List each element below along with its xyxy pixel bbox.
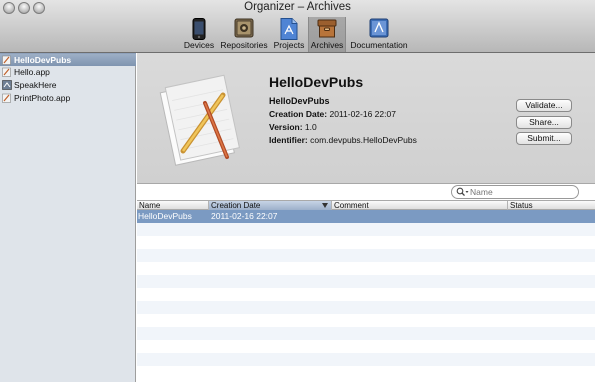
toolbar-archives-button[interactable]: Archives [308,17,346,52]
sidebar-item-printphoto-app[interactable]: PrintPhoto.app [0,92,136,105]
empty-row [137,223,595,236]
sidebar-item-label: SpeakHere [14,80,57,90]
version-row: Version: 1.0 [269,122,317,132]
column-header-status[interactable]: Status [508,201,595,210]
documentation-book-icon [369,18,389,41]
app-archive-icon [2,55,12,65]
creation-date-row: Creation Date: 2011-02-16 22:07 [269,109,396,119]
sort-descending-icon [322,203,328,208]
archives-table-header: Name Creation Date Comment Status [137,200,595,210]
xcode-app-icon [157,73,245,169]
toolbar-documentation-label: Documentation [350,40,408,50]
empty-row [137,249,595,262]
column-header-creation-date[interactable]: Creation Date [209,201,332,210]
identifier-row: Identifier: com.devpubs.HelloDevPubs [269,135,417,145]
empty-row [137,275,595,288]
archives-table: HelloDevPubs 2011-02-16 22:07 [137,210,595,382]
sidebar-item-label: Hello.app [14,67,50,77]
empty-row [137,262,595,275]
empty-row [137,301,595,314]
repositories-vault-icon [234,18,254,41]
table-row[interactable]: HelloDevPubs 2011-02-16 22:07 [137,210,595,223]
empty-row [137,288,595,301]
archive-detail-panel: HelloDevPubs HelloDevPubs Creation Date:… [137,53,595,184]
cell-creation-date: 2011-02-16 22:07 [211,211,278,221]
toolbar-devices-label: Devices [183,40,215,50]
search-input[interactable] [470,187,574,197]
column-header-comment[interactable]: Comment [332,201,508,210]
toolbar-devices-button[interactable]: Devices [180,17,218,52]
sidebar-item-speakhere[interactable]: SpeakHere [0,79,136,92]
app-icon [2,67,12,77]
empty-row [137,314,595,327]
identifier-label: Identifier: [269,135,308,145]
version-value: 1.0 [304,122,317,132]
search-bar [137,185,595,200]
app-icon [2,80,12,90]
creation-date-label: Creation Date: [269,109,328,119]
submit-button[interactable]: Submit... [516,132,572,145]
creation-date-value: 2011-02-16 22:07 [329,109,396,119]
empty-row [137,327,595,340]
toolbar-documentation-button[interactable]: Documentation [348,17,410,52]
search-field[interactable] [451,185,579,199]
empty-row [137,366,595,379]
archives-sidebar: HelloDevPubs Hello.app SpeakHere PrintPh… [0,53,136,382]
empty-row [137,353,595,366]
empty-row [137,236,595,249]
app-icon [2,93,12,103]
archive-title: HelloDevPubs [269,74,364,90]
archives-box-icon [317,18,337,41]
toolbar-projects-button[interactable]: Projects [270,17,308,52]
validate-button[interactable]: Validate... [516,99,572,112]
toolbar-repositories-label: Repositories [220,40,268,50]
window-toolbar: Organizer – Archives Devices Repositorie… [0,0,595,53]
share-button[interactable]: Share... [516,116,572,129]
column-header-label: Creation Date [211,201,261,210]
toolbar-archives-label: Archives [310,40,344,50]
sidebar-item-hello-app[interactable]: Hello.app [0,66,136,79]
column-header-name[interactable]: Name [137,201,209,210]
toolbar-projects-label: Projects [273,40,305,50]
search-icon [456,187,469,200]
window-title: Organizer – Archives [244,1,351,13]
archive-name: HelloDevPubs [269,96,330,106]
identifier-value: com.devpubs.HelloDevPubs [310,135,417,145]
sidebar-item-label: PrintPhoto.app [14,93,71,103]
version-label: Version: [269,122,303,132]
empty-row [137,340,595,353]
cell-name: HelloDevPubs [138,211,192,221]
toolbar-repositories-button[interactable]: Repositories [218,17,270,52]
sidebar-item-hellodevpubs[interactable]: HelloDevPubs [0,53,136,66]
